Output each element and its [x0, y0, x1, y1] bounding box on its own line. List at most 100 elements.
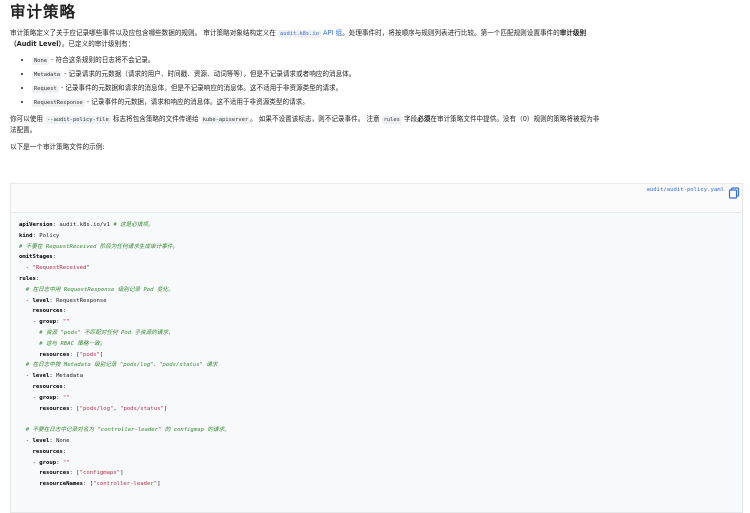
code-block-header: audit/audit-policy.yaml [11, 184, 742, 213]
code-content: apiVersion: audit.k8s.io/v1 # 这是必填项。 kind… [19, 220, 230, 490]
code-line: # 这与 RBAC 策略一致。 [19, 339, 230, 350]
list-item: RequestResponse - 记录事件的元数据，请求和响应的消息体。这不适… [32, 97, 740, 108]
code-key: level [32, 437, 50, 444]
code-line: # 在日志中用 RequestResponse 级别记录 Pod 变化。 [19, 285, 230, 296]
code-line: resources: ["pods/log", "pods/status"] [19, 404, 230, 415]
code-text: ] [99, 351, 104, 358]
code-line: omitStages: [19, 252, 230, 263]
code-line: - group: "" [19, 393, 230, 404]
code-text: ] [120, 470, 124, 477]
code-key: resources [32, 448, 63, 455]
code-string: "configmaps" [79, 470, 121, 477]
list-item: Request - 记录事件的元数据和请求的消息体，但是不记录响应的消息体。这不… [32, 83, 740, 94]
code-key: kind [19, 232, 33, 239]
code-text: : audit.k8s.io/v1 [52, 222, 114, 228]
code-text: : [ [69, 405, 80, 412]
code-text: : [52, 254, 57, 261]
api-group-link[interactable]: audit.k8s.io API 组 [277, 29, 342, 38]
code-key: group [39, 394, 57, 401]
code-string: "pods" [79, 351, 100, 358]
para2-text: 。 如果不设置该标志，则不记录事件。 注意 [250, 115, 382, 123]
api-group-code: audit.k8s.io [277, 30, 321, 38]
code-text: ] [157, 481, 161, 488]
code-key: level [32, 373, 50, 380]
code-text: : RequestResponse [49, 297, 107, 304]
intro-text: 审计策略定义了关于应记录哪些事件以及应包含哪些数据的规则。 审计策略对象结构定义… [10, 29, 276, 37]
code-comment: # 在日志中用 RequestResponse 级别记录 Pod 变化。 [25, 286, 174, 293]
code-text: : [62, 448, 67, 455]
code-text: - [19, 265, 33, 272]
intro-paragraph: 审计策略定义了关于应记录哪些事件以及应包含哪些数据的规则。 审计策略对象结构定义… [10, 28, 600, 49]
code-line: - "RequestReceived" [19, 263, 230, 274]
code-text: : [56, 394, 63, 401]
code-line: resources: [19, 382, 230, 393]
audit-levels-list: None - 符合这条规则的日志将不会记录。 Metadata - 记录请求的元… [10, 55, 740, 108]
code-line: # 不要在 RequestReceived 阶段为任何请求生成审计事件。 [19, 242, 230, 253]
list-item: None - 符合这条规则的日志将不会记录。 [32, 55, 740, 66]
code-line: apiVersion: audit.k8s.io/v1 # 这是必填项。 [19, 220, 230, 231]
code-text: : None [49, 437, 70, 444]
code-line: resources: ["configmaps"] [19, 468, 230, 479]
para2-text: 字段 [401, 115, 418, 123]
example-intro: 以下是一个审计策略文件的示例: [10, 143, 105, 151]
code-string: "" [62, 319, 70, 326]
code-key: group [39, 319, 57, 326]
code-comment: # 不要在日志中记录对名为 "controller-leader" 的 conf… [25, 427, 230, 434]
code-line: # 资源 "pods" 不匹配对任何 Pod 子资源的请求， [19, 328, 230, 339]
code-comment: # 在日志中按 Metadata 级别记录 "pods/log"、"pods/s… [25, 362, 218, 369]
code-text: ] [163, 405, 168, 412]
code-string: "" [62, 459, 70, 466]
code-filename-link[interactable]: audit/audit-policy.yaml [647, 187, 724, 193]
level-desc: - 符合这条规则的日志将不会记录。 [48, 56, 155, 64]
code-key: resources [32, 383, 63, 390]
code-line: resourceNames: ["controller-leader"] [19, 479, 230, 490]
copy-icon[interactable] [728, 184, 740, 199]
code-key: level [32, 297, 50, 304]
level-desc: - 记录请求的元数据（请求的用户、时间戳、资源、动词等等），但是不记录请求或者响… [61, 70, 356, 78]
code-line: - group: "" [19, 317, 230, 328]
level-code: Request [32, 85, 59, 93]
para2-text: 标志将包含策略的文件传递给 [110, 115, 201, 123]
code-comment: # 资源 "pods" 不匹配对任何 Pod 子资源的请求， [39, 329, 174, 336]
code-key: resources [39, 351, 70, 358]
page-title: 审计策略 [10, 3, 77, 21]
code-line: # 在日志中按 Metadata 级别记录 "pods/log"、"pods/s… [19, 360, 230, 371]
code-line: resources: ["pods"] [19, 350, 230, 361]
code-text: - [19, 297, 33, 304]
list-item: Metadata - 记录请求的元数据（请求的用户、时间戳、资源、动词等等），但… [32, 69, 740, 80]
code-string: "pods/log" [79, 405, 114, 412]
must-emphasis: 必须 [417, 115, 431, 123]
code-text: : [ [69, 351, 80, 358]
code-text: - [19, 394, 40, 401]
code-line: - level: RequestResponse [19, 296, 230, 307]
code-string: "pods/status" [120, 405, 164, 412]
code-line: kind: Policy [19, 231, 230, 242]
level-code: RequestResponse [32, 99, 85, 107]
code-key: apiVersion [19, 222, 53, 228]
code-key: rules [19, 275, 36, 282]
code-block: audit/audit-policy.yaml apiVersion: audi… [10, 183, 743, 513]
code-line: - group: "" [19, 458, 230, 469]
code-key: omitStages [19, 254, 53, 261]
rules-code: rules [381, 116, 402, 124]
code-text: : [62, 308, 67, 315]
code-text: - [19, 459, 40, 466]
para2-text: 你可以使用 [10, 115, 46, 123]
code-key: resources [39, 470, 70, 477]
code-text: : [62, 383, 67, 390]
code-comment: # 不要在 RequestReceived 阶段为任何请求生成审计事件。 [19, 243, 179, 250]
policy-file-paragraph: 你可以使用 --audit-policy-file 标志将包含策略的文件传递给 … [10, 114, 600, 135]
code-key: resourceNames [39, 481, 83, 488]
code-text: : [35, 275, 40, 282]
code-text: : [56, 319, 63, 326]
code-string: "controller-leader" [93, 481, 158, 488]
code-key: resources [39, 405, 70, 412]
